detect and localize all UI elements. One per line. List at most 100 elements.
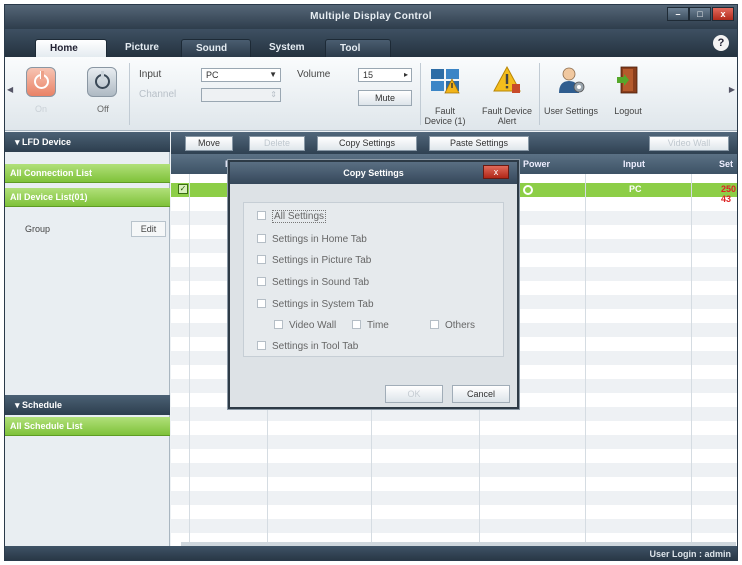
power-icon xyxy=(95,71,110,89)
checkbox[interactable] xyxy=(257,277,266,286)
window-title: Multiple Display Control xyxy=(310,11,432,22)
lfd-device-header[interactable]: ▾ LFD Device xyxy=(5,132,170,152)
user-login-status: User Login : admin xyxy=(649,549,731,559)
checkbox[interactable] xyxy=(257,299,266,308)
tab-sound[interactable]: Sound xyxy=(181,39,251,57)
power-status-icon xyxy=(523,185,533,195)
table-row[interactable] xyxy=(171,491,737,505)
tool-tab-label: Settings in Tool Tab xyxy=(272,341,359,352)
column-divider xyxy=(691,174,692,546)
fault-device-alert-button[interactable]: Fault Device Alert xyxy=(481,62,533,126)
checkbox[interactable] xyxy=(430,320,439,329)
all-connection-list[interactable]: All Connection List xyxy=(5,164,170,183)
logout-label: Logout xyxy=(614,106,642,116)
checkbox[interactable] xyxy=(257,234,266,243)
column-header-input[interactable]: Input xyxy=(623,159,645,169)
status-bar: User Login : admin xyxy=(5,546,737,560)
schedule-header[interactable]: ▾ Schedule xyxy=(5,395,170,415)
checkbox[interactable] xyxy=(257,211,266,220)
user-settings-button[interactable]: User Settings xyxy=(543,62,599,126)
stepper-icon: ▸ xyxy=(403,70,408,79)
move-button[interactable]: Move xyxy=(185,136,233,151)
stepper-icon: ⇕ xyxy=(270,90,277,99)
cancel-button[interactable]: Cancel xyxy=(452,385,510,403)
logout-button[interactable]: Logout xyxy=(606,62,650,126)
time-label: Time xyxy=(367,320,389,331)
paste-settings-button[interactable]: Paste Settings xyxy=(429,136,529,151)
table-row[interactable] xyxy=(171,463,737,477)
checkbox[interactable] xyxy=(257,255,266,264)
video-wall-option[interactable]: Video Wall xyxy=(274,320,336,331)
copy-settings-button[interactable]: Copy Settings xyxy=(317,136,417,151)
logout-icon xyxy=(617,66,638,94)
tab-bar: Home Picture Sound System Tool ? xyxy=(5,29,737,57)
fault-device-button[interactable]: Fault Device (1) xyxy=(423,62,467,126)
ribbon-divider xyxy=(129,63,130,125)
tab-system[interactable]: System xyxy=(255,39,323,57)
power-on-button[interactable] xyxy=(26,67,56,97)
grid-toolbar: Move Delete Copy Settings Paste Settings… xyxy=(171,132,737,154)
group-label: Group xyxy=(25,224,51,234)
table-row[interactable] xyxy=(171,407,737,421)
table-row[interactable] xyxy=(171,435,737,449)
help-icon[interactable]: ? xyxy=(713,35,729,51)
input-select[interactable]: PC ▼ xyxy=(201,68,281,82)
ribbon-divider xyxy=(539,63,540,125)
checkbox[interactable] xyxy=(257,341,266,350)
tab-home[interactable]: Home xyxy=(35,39,107,57)
table-row[interactable] xyxy=(171,519,737,533)
others-label: Others xyxy=(445,320,476,331)
video-wall-label: Video Wall xyxy=(289,320,337,331)
all-device-list[interactable]: All Device List(01) xyxy=(5,188,170,207)
copy-settings-dialog: Copy Settings x All Settings Settings in… xyxy=(228,160,519,409)
ribbon: ◀ ▶ On Off Input PC ▼ Channel ⇕ Volume 1… xyxy=(5,57,737,131)
row-set-value: 250 43 xyxy=(721,184,737,204)
ribbon-scroll-left-icon[interactable]: ◀ xyxy=(7,85,13,94)
column-header-power[interactable]: Power xyxy=(523,159,550,169)
sound-tab-label: Settings in Sound Tab xyxy=(272,277,370,288)
checkbox[interactable] xyxy=(352,320,361,329)
column-divider xyxy=(585,174,586,546)
dialog-close-button[interactable]: x xyxy=(483,165,509,179)
ribbon-scroll-right-icon[interactable]: ▶ xyxy=(729,85,735,94)
minimize-button[interactable]: – xyxy=(667,7,689,21)
column-header-set[interactable]: Set xyxy=(719,159,733,169)
close-window-button[interactable]: x xyxy=(712,7,734,21)
all-schedule-list[interactable]: All Schedule List xyxy=(5,417,170,436)
input-select-value: PC xyxy=(206,70,219,80)
row-input-value: PC xyxy=(629,184,642,194)
title-bar: Multiple Display Control – □ x xyxy=(5,5,737,29)
edit-group-button[interactable]: Edit xyxy=(131,221,166,237)
checkbox[interactable] xyxy=(274,320,283,329)
chevron-down-icon: ▼ xyxy=(269,70,277,79)
system-tab-option[interactable]: Settings in System Tab xyxy=(257,299,374,310)
schedule-header-label: Schedule xyxy=(22,400,63,410)
channel-stepper[interactable]: ⇕ xyxy=(201,88,281,102)
tab-picture[interactable]: Picture xyxy=(111,39,169,57)
tab-tool[interactable]: Tool xyxy=(325,39,391,57)
all-settings-option[interactable]: All Settings xyxy=(257,210,327,223)
row-checkbox[interactable]: ✓ xyxy=(178,184,188,194)
power-icon xyxy=(34,71,49,89)
ok-button[interactable]: OK xyxy=(385,385,443,403)
power-on-label: On xyxy=(35,104,48,114)
lfd-device-header-label: LFD Device xyxy=(22,137,72,147)
time-option[interactable]: Time xyxy=(352,320,389,331)
mute-button[interactable]: Mute xyxy=(358,90,412,106)
column-divider xyxy=(189,174,190,546)
volume-stepper[interactable]: 15 ▸ xyxy=(358,68,412,82)
tool-tab-option[interactable]: Settings in Tool Tab xyxy=(257,341,358,352)
video-wall-button[interactable]: Video Wall xyxy=(649,136,729,151)
sound-tab-option[interactable]: Settings in Sound Tab xyxy=(257,277,369,288)
system-tab-label: Settings in System Tab xyxy=(272,299,374,310)
maximize-button[interactable]: □ xyxy=(689,7,711,21)
user-settings-label: User Settings xyxy=(543,106,599,116)
picture-tab-option[interactable]: Settings in Picture Tab xyxy=(257,255,371,266)
others-option[interactable]: Others xyxy=(430,320,475,331)
home-tab-option[interactable]: Settings in Home Tab xyxy=(257,234,367,245)
delete-button[interactable]: Delete xyxy=(249,136,305,151)
all-settings-label: All Settings xyxy=(272,210,327,223)
channel-label: Channel xyxy=(139,89,177,100)
power-off-button[interactable] xyxy=(87,67,117,97)
dialog-title: Copy Settings xyxy=(230,162,517,184)
